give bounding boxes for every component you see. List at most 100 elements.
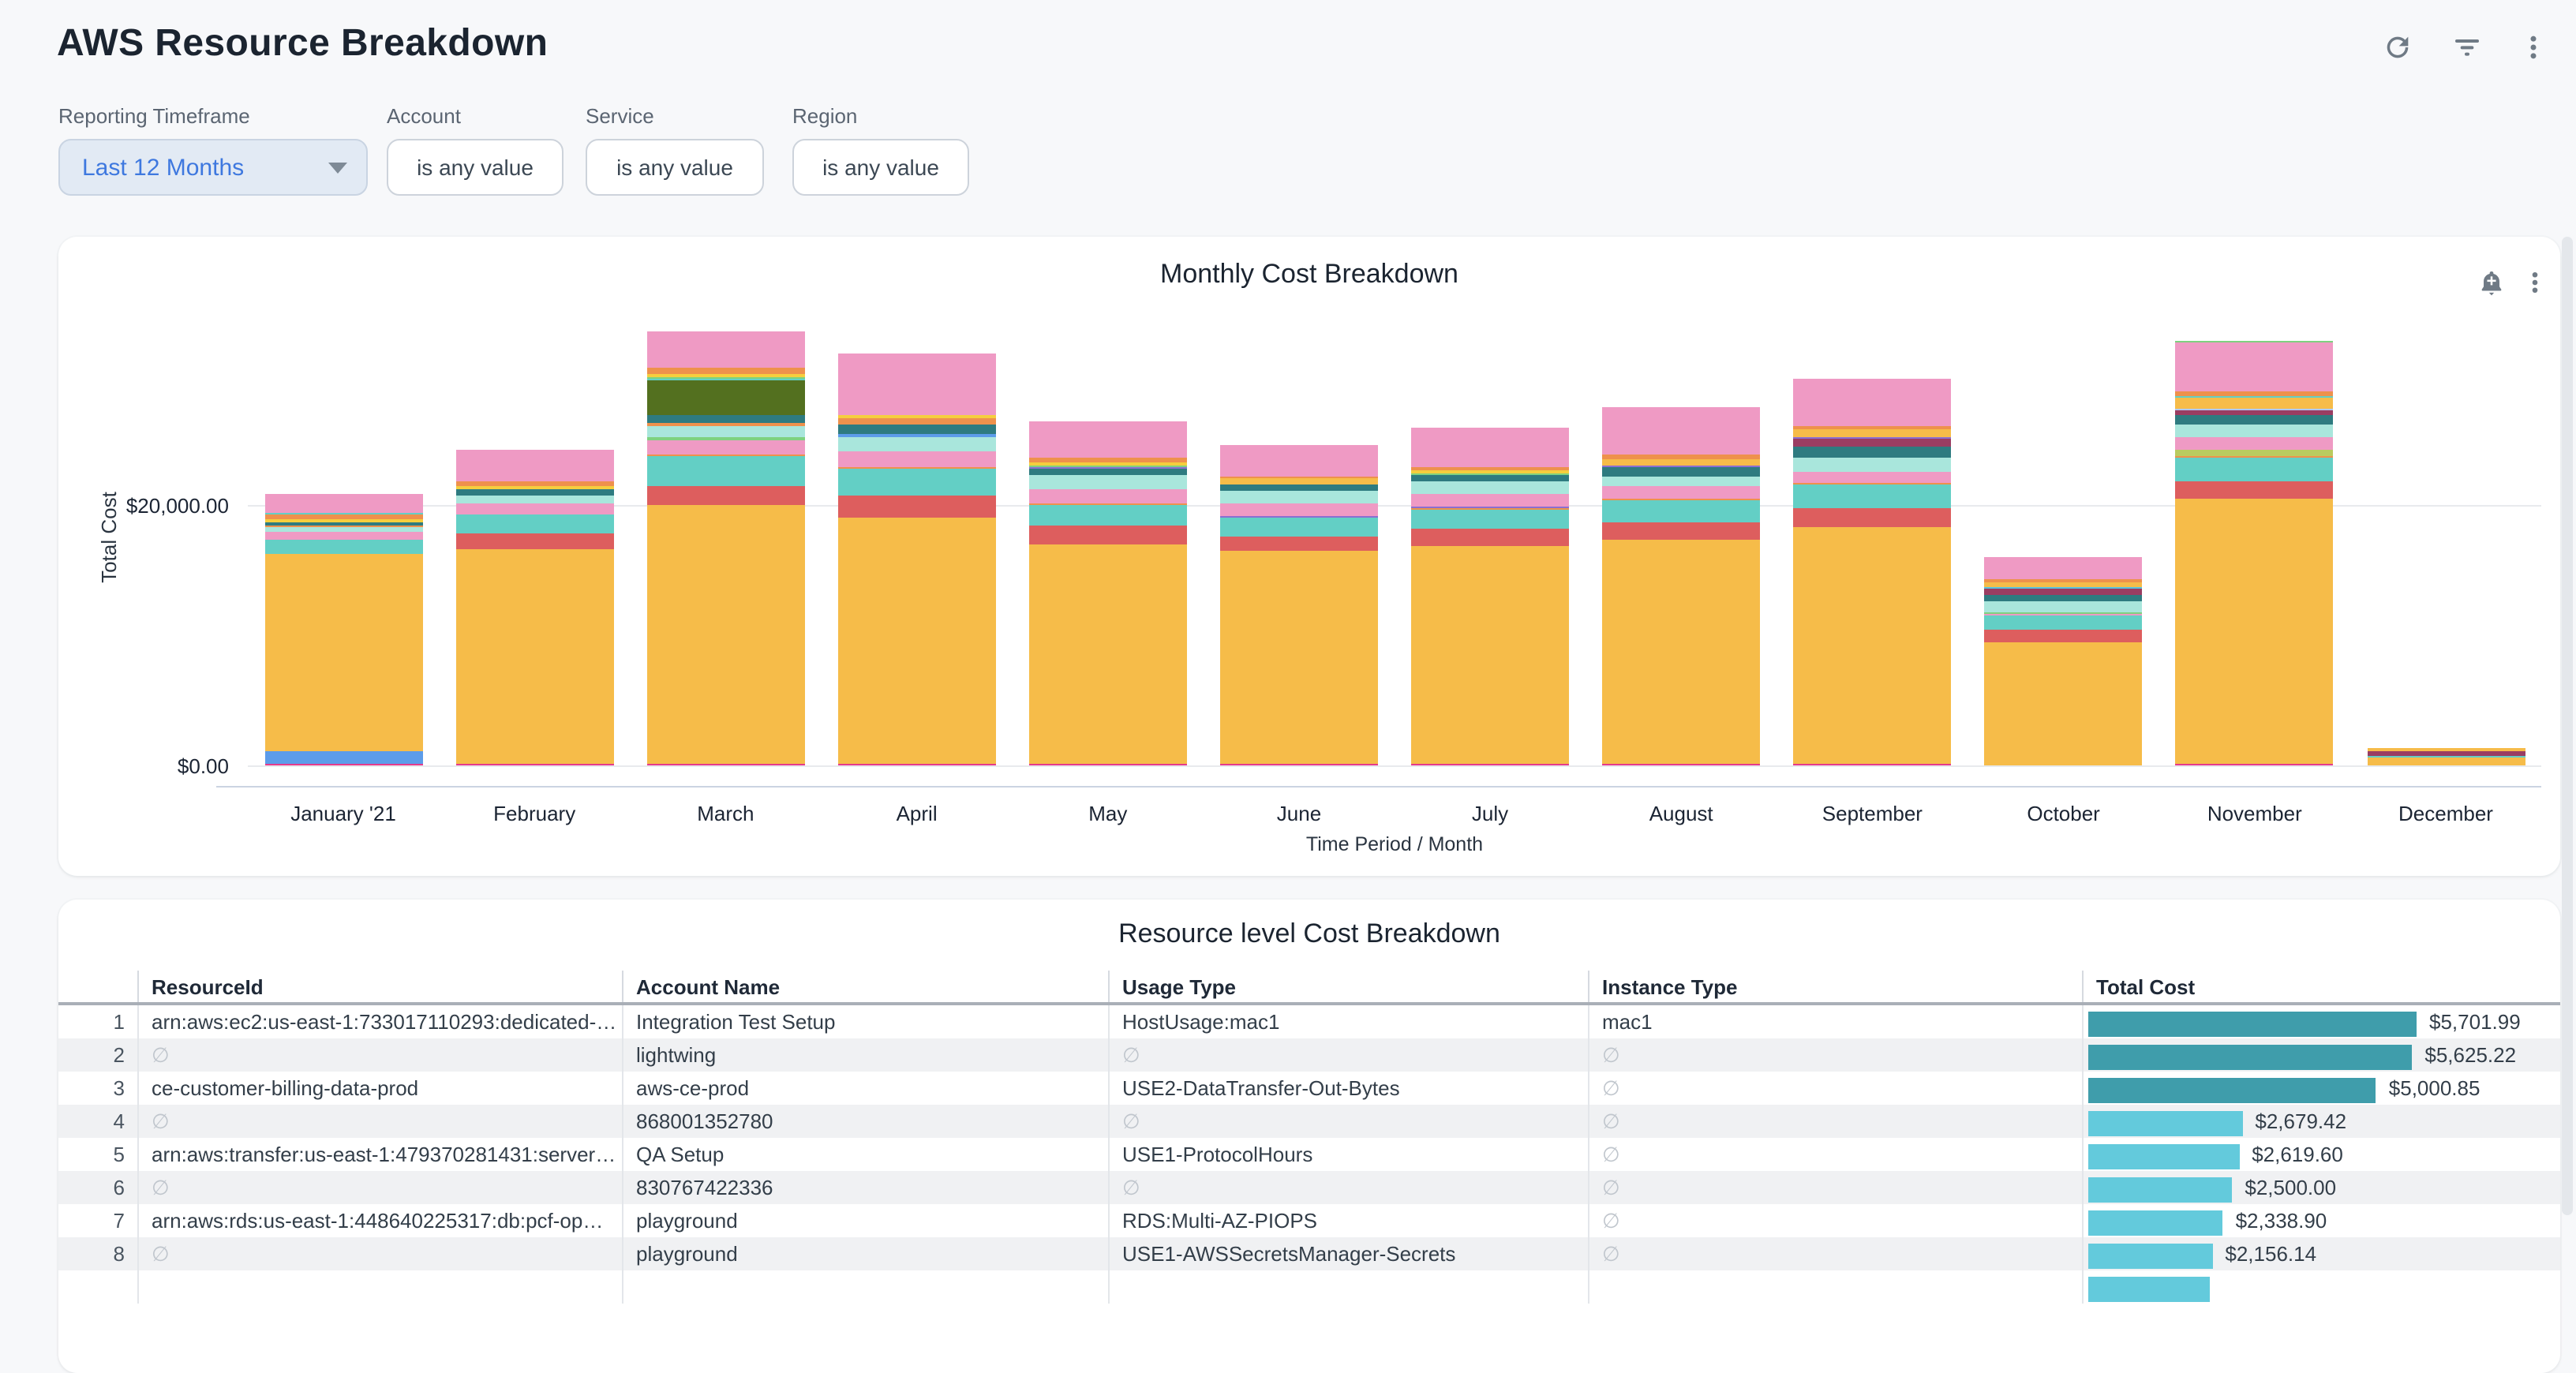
segment-lightteal[interactable] — [1793, 457, 1951, 471]
segment-red[interactable] — [1985, 630, 2143, 642]
bar-january[interactable] — [264, 494, 422, 765]
kebab-menu-icon[interactable] — [2513, 27, 2554, 68]
page-scrollbar[interactable] — [2562, 237, 2573, 1215]
segment-darkteal[interactable] — [1411, 476, 1569, 482]
segment-pink[interactable] — [1793, 471, 1951, 484]
segment-darkteal[interactable] — [1602, 468, 1760, 476]
segment-lightteal[interactable] — [1602, 476, 1760, 486]
segment-lightteal[interactable] — [1411, 482, 1569, 494]
segment-teal[interactable] — [1985, 615, 2143, 630]
segment-amber[interactable] — [1602, 459, 1760, 466]
col-header-total-cost[interactable]: Total Cost — [2084, 971, 2560, 1002]
segment-pink[interactable] — [1985, 558, 2143, 579]
bar-september[interactable] — [1793, 380, 1951, 765]
segment-amber[interactable] — [1793, 528, 1951, 765]
col-header-usage-type[interactable]: Usage Type — [1110, 971, 1589, 1002]
segment-pink[interactable] — [1029, 488, 1187, 503]
segment-pink[interactable] — [1793, 380, 1951, 427]
segment-darkteal[interactable] — [646, 416, 804, 424]
segment-maroon[interactable] — [1793, 440, 1951, 447]
table-row[interactable]: 6∅830767422336∅∅$2,500.00 — [58, 1171, 2560, 1204]
segment-pink[interactable] — [838, 354, 996, 416]
bar-august[interactable] — [1602, 406, 1760, 765]
reporting-timeframe-select[interactable]: Last 12 Months — [58, 139, 368, 196]
bar-may[interactable] — [1029, 421, 1187, 765]
segment-teal[interactable] — [1602, 500, 1760, 522]
bar-march[interactable] — [646, 331, 804, 765]
segment-lightteal[interactable] — [1029, 476, 1187, 489]
segment-pink[interactable] — [1602, 486, 1760, 499]
segment-teal[interactable] — [646, 456, 804, 485]
segment-red[interactable] — [1220, 537, 1378, 551]
filter-icon[interactable] — [2447, 27, 2488, 68]
segment-amber[interactable] — [1602, 540, 1760, 765]
segment-teal[interactable] — [838, 468, 996, 496]
segment-amber[interactable] — [1985, 642, 2143, 765]
segment-amber[interactable] — [455, 549, 613, 765]
segment-darkteal[interactable] — [838, 425, 996, 435]
segment-amber[interactable] — [1411, 546, 1569, 765]
segment-pink[interactable] — [264, 532, 422, 540]
segment-olive[interactable] — [646, 380, 804, 415]
segment-red[interactable] — [1602, 522, 1760, 539]
table-row[interactable] — [58, 1270, 2560, 1304]
table-row[interactable]: 8∅playgroundUSE1-AWSSecretsManager-Secre… — [58, 1237, 2560, 1270]
segment-darkteal[interactable] — [1029, 469, 1187, 476]
segment-red[interactable] — [838, 496, 996, 518]
bar-july[interactable] — [1411, 427, 1569, 765]
segment-blue[interactable] — [264, 750, 422, 764]
segment-red[interactable] — [646, 485, 804, 505]
segment-pink[interactable] — [455, 503, 613, 514]
segment-lightteal[interactable] — [455, 496, 613, 503]
segment-amber[interactable] — [646, 505, 804, 764]
bar-february[interactable] — [455, 449, 613, 765]
segment-amber[interactable] — [1793, 429, 1951, 437]
segment-teal[interactable] — [1220, 518, 1378, 537]
segment-teal[interactable] — [1029, 504, 1187, 526]
segment-orange[interactable] — [646, 369, 804, 374]
segment-red[interactable] — [455, 534, 613, 549]
segment-lightteal[interactable] — [1985, 601, 2143, 612]
table-row[interactable]: 7arn:aws:rds:us-east-1:448640225317:db:p… — [58, 1204, 2560, 1237]
segment-pink[interactable] — [646, 440, 804, 455]
segment-lightteal[interactable] — [2176, 425, 2334, 438]
table-row[interactable]: 5arn:aws:transfer:us-east-1:479370281431… — [58, 1138, 2560, 1171]
col-header-account-name[interactable]: Account Name — [623, 971, 1110, 1002]
segment-amber[interactable] — [2367, 757, 2525, 765]
segment-teal[interactable] — [2176, 457, 2334, 481]
segment-amber[interactable] — [2176, 499, 2334, 765]
segment-amber[interactable] — [264, 554, 422, 750]
kebab-menu-icon[interactable] — [2514, 262, 2555, 303]
refresh-icon[interactable] — [2377, 27, 2418, 68]
col-header-resourceid[interactable]: ResourceId — [139, 971, 623, 1002]
bar-october[interactable] — [1985, 558, 2143, 765]
segment-amber[interactable] — [1029, 544, 1187, 765]
segment-teal[interactable] — [455, 514, 613, 534]
table-row[interactable]: 2∅lightwing∅∅$5,625.22 — [58, 1038, 2560, 1072]
bar-june[interactable] — [1220, 444, 1378, 765]
table-row[interactable]: 4∅868001352780∅∅$2,679.42 — [58, 1105, 2560, 1138]
filter-button-region[interactable]: is any value — [792, 139, 969, 196]
segment-lightteal[interactable] — [838, 436, 996, 451]
segment-pink[interactable] — [1029, 421, 1187, 458]
segment-red[interactable] — [1411, 529, 1569, 546]
filter-button-service[interactable]: is any value — [586, 139, 764, 196]
segment-pink[interactable] — [1411, 427, 1569, 467]
segment-darkteal[interactable] — [455, 489, 613, 496]
bar-april[interactable] — [838, 354, 996, 765]
alert-bell-plus-icon[interactable] — [2470, 262, 2511, 303]
segment-darkteal[interactable] — [2176, 415, 2334, 425]
segment-amber[interactable] — [1220, 478, 1378, 484]
segment-pink[interactable] — [838, 451, 996, 466]
segment-red[interactable] — [2176, 481, 2334, 498]
segment-darkteal[interactable] — [1793, 447, 1951, 458]
table-row[interactable]: 3ce-customer-billing-data-prodaws-ce-pro… — [58, 1072, 2560, 1105]
segment-pink[interactable] — [1411, 494, 1569, 507]
segment-pink[interactable] — [2176, 437, 2334, 450]
segment-pink[interactable] — [2176, 342, 2334, 392]
segment-teal[interactable] — [1793, 485, 1951, 509]
segment-darkteal[interactable] — [1220, 484, 1378, 492]
bar-november[interactable] — [2176, 341, 2334, 765]
segment-amber[interactable] — [1220, 552, 1378, 765]
segment-pink[interactable] — [646, 331, 804, 369]
